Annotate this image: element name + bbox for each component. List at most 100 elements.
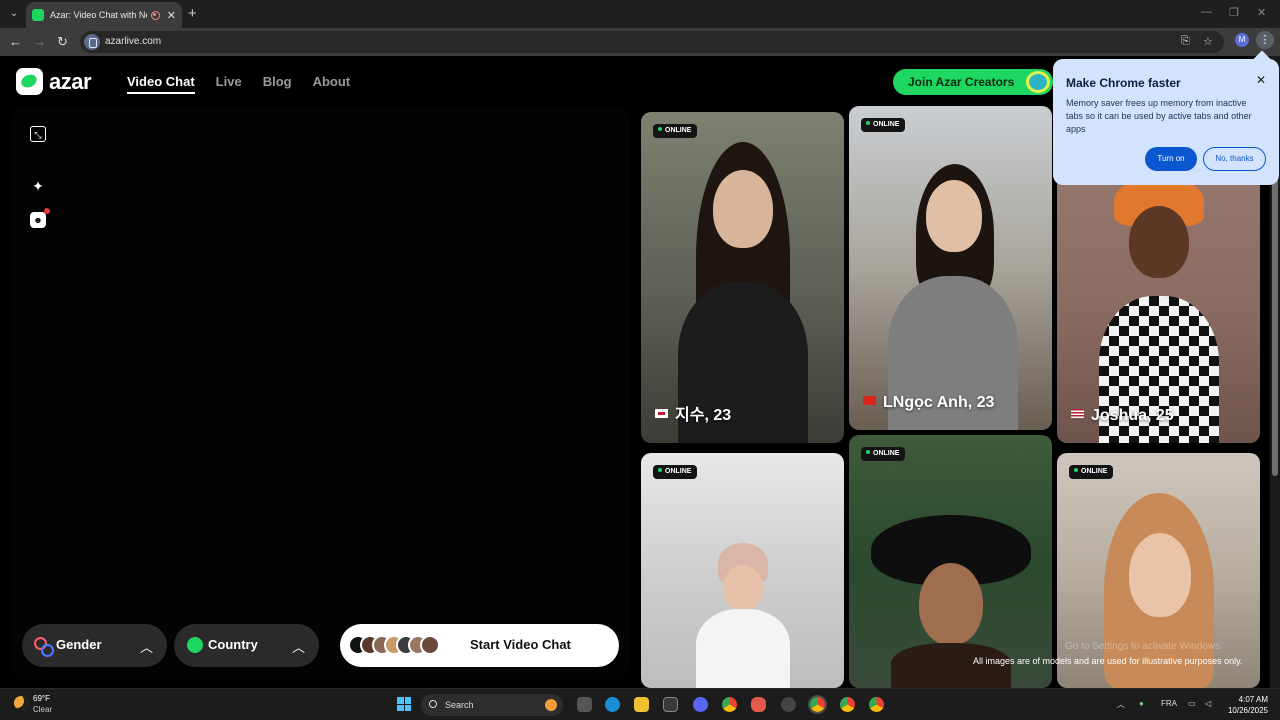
site-info-icon[interactable] [84,34,100,50]
network-icon[interactable]: ▭ [1188,699,1196,708]
windows-activation-watermark: Go to Settings to activate Windows. [1065,641,1223,652]
gender-icon [34,637,54,657]
restore-icon[interactable]: ❐ [1229,6,1239,19]
azar-favicon-icon [32,9,44,21]
country-filter[interactable]: Country ︿ [174,624,319,667]
tab-strip: ⌄ Azar: Video Chat with New ✕ + — ❐ ✕ [0,0,1280,28]
bookmark-star-icon[interactable]: ☆ [1203,35,1213,48]
chrome-icon[interactable] [869,697,884,712]
chrome-icon[interactable] [808,695,827,714]
logo-text: azar [49,68,92,94]
chrome-menu-icon[interactable]: ⋮ [1256,31,1274,49]
nav-live[interactable]: Live [216,74,242,94]
edge-icon[interactable] [605,697,620,712]
chevron-up-icon: ︿ [291,640,305,655]
face-filter-icon[interactable]: ☻ [30,212,46,228]
search-highlight-icon [545,699,557,711]
address-bar[interactable]: azarlive.com ⎘ ☆ [80,31,1224,53]
usa-flag-icon [1071,409,1084,419]
browser-tab[interactable]: Azar: Video Chat with New ✕ [26,2,182,28]
profile-name-text: Joshua, 25 [1091,407,1174,424]
minimize-icon[interactable]: — [1201,6,1212,18]
popup-body: Memory saver frees up memory from inacti… [1066,98,1252,134]
profile-photo [678,543,808,688]
online-badge: ONLINE [861,118,906,132]
chrome-icon[interactable] [722,697,737,712]
profile-name-text: LNgọc Anh, 23 [883,394,995,411]
weather-moon-icon[interactable] [14,696,28,710]
korea-flag-icon [655,409,668,419]
install-app-icon[interactable]: ⎘ [1181,35,1190,48]
turn-on-button[interactable]: Turn on [1145,147,1197,171]
recording-icon [150,10,160,20]
tab-search-icon[interactable]: ⌄ [6,6,22,22]
azar-logo-icon [16,68,43,95]
no-thanks-button[interactable]: No, thanks [1203,147,1266,171]
azar-logo[interactable]: azar [16,68,92,95]
disclaimer-text: All images are of models and are used fo… [973,656,1243,666]
profile-card[interactable]: ONLINE [849,435,1052,688]
language-indicator[interactable]: FRA [1161,699,1177,708]
microphone-icon[interactable] [751,697,766,712]
online-badge: ONLINE [653,124,698,138]
vietnam-flag-icon [863,396,876,406]
chrome-memory-saver-popup: Make Chrome faster ✕ Memory saver frees … [1053,59,1279,185]
clock-date: 10/26/2025 [1227,706,1268,715]
clock[interactable]: 4:07 AM 10/26/2025 [1226,694,1268,716]
profile-name: LNgọc Anh, 23 [863,394,994,412]
profile-card[interactable]: ONLINE LNgọc Anh, 23 [849,106,1052,430]
nav-about[interactable]: About [313,74,351,94]
gender-filter[interactable]: Gender ︿ [22,624,167,667]
store-icon[interactable] [663,697,678,712]
window-close-icon[interactable]: ✕ [1257,6,1266,19]
profile-name: Joshua, 25 [1071,407,1174,425]
globe-icon [187,637,203,653]
start-video-chat-button[interactable]: Start Video Chat [340,624,619,667]
tab-close-icon[interactable]: ✕ [167,9,176,22]
profile-name: 지수, 23 [655,401,731,425]
popup-title: Make Chrome faster [1066,76,1181,90]
start-video-chat-label: Start Video Chat [470,637,571,652]
nav-blog[interactable]: Blog [263,74,292,94]
browser-toolbar: ← → ↻ azarlive.com ⎘ ☆ M ⋮ [0,28,1280,56]
nav-video-chat[interactable]: Video Chat [127,74,195,94]
windows-taskbar: 69°F Clear Search ︿ ● FRA ▭ ◁ 4:07 AM 10… [0,688,1280,720]
chevron-up-icon: ︿ [139,640,153,655]
profile-photo [1074,176,1244,443]
expand-icon[interactable]: ⤡ [30,126,46,142]
discord-icon[interactable] [693,697,708,712]
app-icon[interactable] [781,697,796,712]
task-view-icon[interactable] [577,697,592,712]
join-creators-button[interactable]: Join Azar Creators [893,69,1053,95]
weather-temperature[interactable]: 69°F [33,694,50,703]
popup-close-icon[interactable]: ✕ [1256,73,1266,87]
forward-icon[interactable]: → [33,34,46,49]
tab-title: Azar: Video Chat with New [50,10,147,20]
taskbar-search[interactable]: Search [421,694,563,716]
volume-icon[interactable]: ◁ [1205,699,1211,708]
new-tab-icon[interactable]: + [188,5,197,22]
reload-icon[interactable]: ↻ [57,34,68,50]
profile-card[interactable]: ONLINE [1057,453,1260,688]
back-icon[interactable]: ← [9,34,22,49]
online-badge: ONLINE [653,465,698,479]
clock-time: 4:07 AM [1238,695,1268,704]
join-creators-label: Join Azar Creators [908,75,1015,89]
effects-sparkle-icon[interactable]: ✦ [30,178,46,194]
microphone-tray-icon[interactable]: ● [1139,699,1144,708]
chrome-icon[interactable] [840,697,855,712]
profile-avatar[interactable]: M [1235,33,1249,47]
online-badge: ONLINE [861,447,906,461]
profile-card[interactable]: ONLINE [641,453,844,688]
weather-condition[interactable]: Clear [33,705,52,714]
profile-photo [866,164,1036,430]
country-label: Country [208,637,258,652]
url-text: azarlive.com [105,36,162,47]
show-hidden-icons-icon[interactable]: ︿ [1117,699,1125,710]
video-panel: ⤡ ✦ ☻ [11,106,630,680]
main-nav: Video Chat Live Blog About [127,74,350,94]
file-explorer-icon[interactable] [634,697,649,712]
profile-card[interactable]: ONLINE 지수, 23 [641,112,844,443]
search-icon [429,700,437,708]
windows-start-icon[interactable] [397,697,411,711]
